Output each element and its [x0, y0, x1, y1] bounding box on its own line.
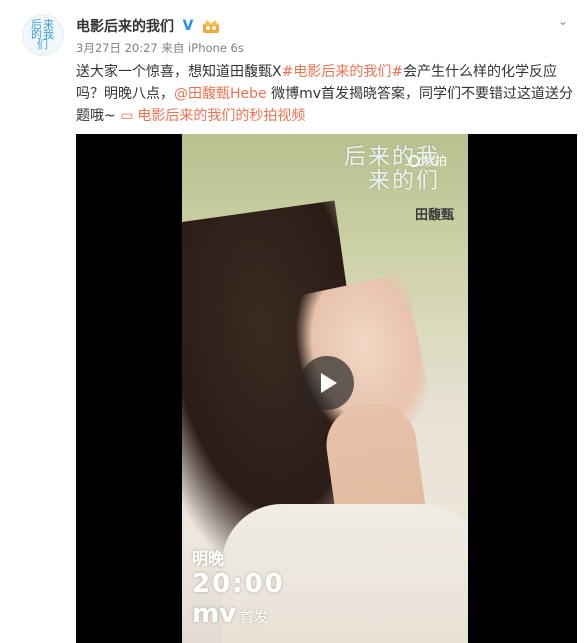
username[interactable]: 电影后来的我们 [76, 16, 174, 36]
promo-first: 首发 [240, 610, 269, 626]
chevron-down-icon[interactable]: ⌄ [558, 14, 568, 28]
promo-mv-line: mv 首发 [192, 599, 285, 633]
video-icon: ▭ [120, 108, 134, 124]
mention-link[interactable]: @田馥甄Hebe [174, 86, 267, 102]
post-date[interactable]: 3月27日 20:27 [76, 41, 158, 55]
promo-mv: mv [192, 599, 237, 629]
verified-v-icon: V [182, 18, 194, 34]
promo-time: 20:00 [192, 569, 285, 599]
avatar[interactable]: 后来的我们 [22, 14, 64, 56]
video-link-text: 电影后来的我们的秒拍视频 [137, 108, 306, 124]
crown-badge-icon[interactable] [202, 18, 220, 34]
hashtag-link[interactable]: #电影后来的我们# [282, 64, 403, 80]
user-row: 电影后来的我们 V [76, 16, 220, 36]
video-title-overlay: 后来的我 来的们 [344, 146, 440, 194]
post-text-part: 送大家一个惊喜，想知道田馥甄X [76, 64, 282, 80]
video-link[interactable]: ▭ 电影后来的我们的秒拍视频 [120, 108, 305, 124]
post-source: 来自 iPhone 6s [161, 41, 244, 55]
promo-text: 明晚 20:00 mv 首发 [192, 549, 285, 633]
play-icon[interactable] [300, 356, 354, 410]
overlay-title-line: 后来的我 [343, 145, 440, 170]
post-meta: 3月27日 20:27 来自 iPhone 6s [76, 40, 244, 56]
video-player[interactable]: 秒拍 后来的我 来的们 田馥甄 明晚 20:00 mv 首发 [76, 134, 577, 643]
post-text: 送大家一个惊喜，想知道田馥甄X#电影后来的我们#会产生什么样的化学反应吗？明晚八… [76, 61, 576, 127]
video-frame: 秒拍 后来的我 来的们 田馥甄 明晚 20:00 mv 首发 [182, 134, 468, 643]
avatar-logo: 后来的我们 [31, 18, 55, 51]
promo-line: 明晚 [192, 549, 225, 568]
singer-name: 田馥甄 [414, 208, 454, 223]
overlay-title-line: 来的们 [367, 169, 440, 194]
